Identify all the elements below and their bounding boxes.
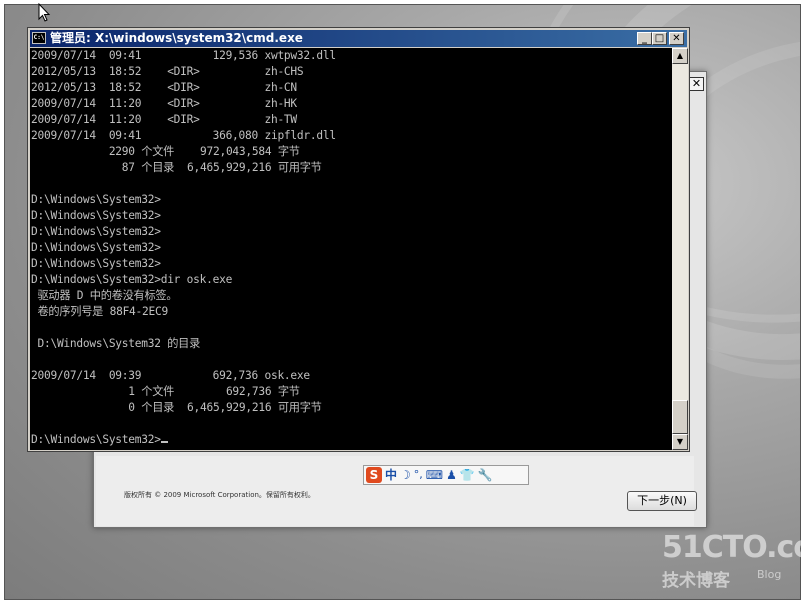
console-line: 2012/05/13 18:52 <DIR> zh-CN xyxy=(31,81,297,94)
next-button[interactable]: 下一步(N) xyxy=(627,491,697,511)
maximize-button[interactable]: □ xyxy=(652,32,667,45)
console-line: 2009/07/14 09:41 129,536 xwtpw32.dll xyxy=(31,49,336,62)
console-line: 2290 个文件 972,043,584 字节 xyxy=(31,145,300,158)
console-line: 87 个目录 6,465,929,216 可用字节 xyxy=(31,161,322,174)
chinese-mode-toggle[interactable]: 中 xyxy=(385,467,397,483)
console-line: 2012/05/13 18:52 <DIR> zh-CHS xyxy=(31,65,304,78)
console-line: D:\Windows\System32> xyxy=(31,225,161,238)
skin-icon[interactable]: 👕 xyxy=(460,467,475,483)
cmd-system-icon[interactable]: C:\ xyxy=(32,32,46,44)
mouse-cursor-icon xyxy=(38,3,51,22)
watermark-51cto: 51CTO.com xyxy=(662,530,803,565)
console-line: 卷的序列号是 88F4-2EC9 xyxy=(31,305,168,318)
tools-icon[interactable]: 🔧 xyxy=(478,467,493,483)
console-line: D:\Windows\System32>dir osk.exe xyxy=(31,273,233,286)
console-line: 0 个目录 6,465,929,216 可用字节 xyxy=(31,401,322,414)
console-line: D:\Windows\System32> xyxy=(31,241,161,254)
text-cursor xyxy=(160,441,168,443)
scroll-up-arrow-icon[interactable]: ▲ xyxy=(672,48,688,64)
soft-keyboard-icon[interactable]: ⌨ xyxy=(426,467,443,483)
watermark-tech-blog: 技术博客 xyxy=(662,571,730,591)
setup-close-button[interactable]: ✕ xyxy=(689,77,704,91)
cmd-window: C:\ 管理员: X:\windows\system32\cmd.exe _ □… xyxy=(27,27,690,452)
punctuation-icon[interactable]: °, xyxy=(414,467,423,483)
scroll-down-arrow-icon[interactable]: ▼ xyxy=(672,434,688,450)
console-output[interactable]: 2009/07/14 09:41 129,536 xwtpw32.dll 201… xyxy=(30,48,672,450)
console-line: 2009/07/14 09:39 692,736 osk.exe xyxy=(31,369,310,382)
minimize-button[interactable]: _ xyxy=(637,32,652,45)
close-button[interactable]: ✕ xyxy=(669,32,684,45)
sogou-logo-icon[interactable]: S xyxy=(366,467,382,483)
console-line: 驱动器 D 中的卷没有标签。 xyxy=(31,289,178,302)
scrollbar-thumb[interactable] xyxy=(672,400,688,434)
console-line: 1 个文件 692,736 字节 xyxy=(31,385,300,398)
cmd-title-text: 管理员: X:\windows\system32\cmd.exe xyxy=(50,31,303,45)
copyright-text: 版权所有 © 2009 Microsoft Corporation。保留所有权利… xyxy=(124,491,315,499)
vertical-scrollbar[interactable]: ▲ ▼ xyxy=(672,48,688,450)
watermark-blog: Blog xyxy=(757,568,782,581)
console-line: D:\Windows\System32> xyxy=(31,257,161,270)
console-line: D:\Windows\System32 的目录 xyxy=(31,337,201,350)
console-line: 2009/07/14 11:20 <DIR> zh-TW xyxy=(31,113,297,126)
ime-toolbar: S 中 ☽ °, ⌨ ♟ 👕 🔧 xyxy=(363,465,529,485)
console-line: 2009/07/14 11:20 <DIR> zh-HK xyxy=(31,97,297,110)
console-line: 2009/07/14 09:41 366,080 zipfldr.dll xyxy=(31,129,336,142)
console-line: D:\Windows\System32> xyxy=(31,193,161,206)
console-line: D:\Windows\System32> xyxy=(31,433,161,446)
half-full-width-icon[interactable]: ☽ xyxy=(400,467,411,483)
console-text: 2009/07/14 09:41 129,536 xwtpw32.dll 201… xyxy=(30,48,672,448)
console-line: D:\Windows\System32> xyxy=(31,209,161,222)
user-icon[interactable]: ♟ xyxy=(446,467,457,483)
cmd-title-bar[interactable]: C:\ 管理员: X:\windows\system32\cmd.exe _ □… xyxy=(30,30,687,47)
